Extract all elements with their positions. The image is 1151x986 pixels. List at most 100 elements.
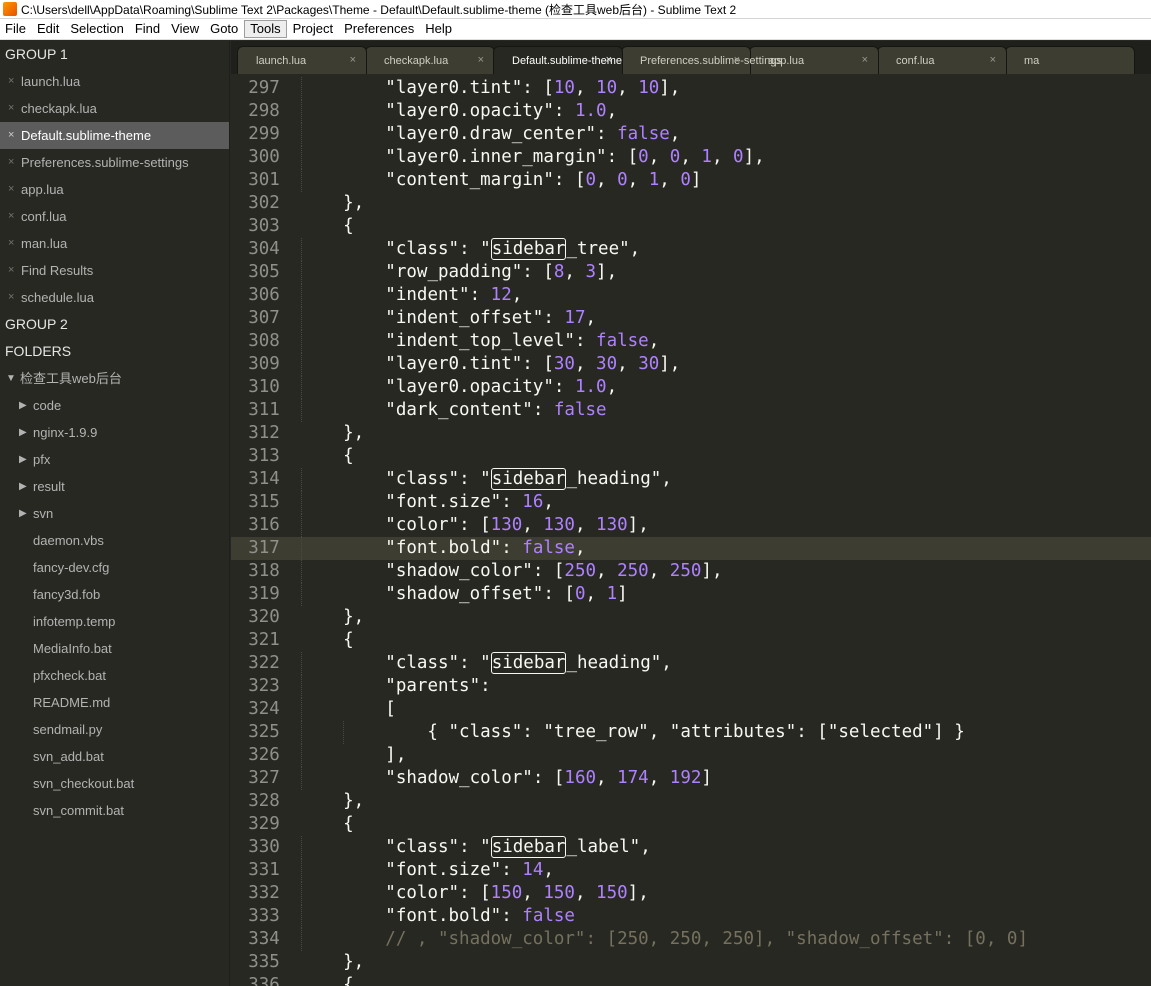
menu-help[interactable]: Help [420, 20, 457, 38]
code-line[interactable]: 305 "row_padding": [8, 3], [231, 261, 1151, 284]
tab-close-icon[interactable]: × [478, 54, 484, 66]
folder-root[interactable]: ▼ 检查工具web后台 [0, 365, 229, 392]
menu-preferences[interactable]: Preferences [339, 20, 419, 38]
code-line[interactable]: 303 { [231, 215, 1151, 238]
open-file-item[interactable]: × conf.lua [0, 203, 229, 230]
tab-close-icon[interactable]: × [606, 54, 612, 66]
code-line[interactable]: 302 }, [231, 192, 1151, 215]
code-line[interactable]: 309 "layer0.tint": [30, 30, 30], [231, 353, 1151, 376]
code-line[interactable]: 330 "class": "sidebar_label", [231, 836, 1151, 859]
triangle-right-icon[interactable]: ▶ [19, 446, 33, 473]
close-icon[interactable]: × [8, 257, 21, 284]
tab-conf-lua[interactable]: conf.lua × [877, 46, 1007, 74]
tab-close-icon[interactable]: × [990, 54, 996, 66]
folder-item[interactable]: ▶ pfx [0, 446, 229, 473]
menu-project[interactable]: Project [288, 20, 338, 38]
tab-close-icon[interactable]: × [350, 54, 356, 66]
code-line[interactable]: 324 [ [231, 698, 1151, 721]
code-line[interactable]: 312 }, [231, 422, 1151, 445]
menu-selection[interactable]: Selection [65, 20, 128, 38]
menu-find[interactable]: Find [130, 20, 165, 38]
close-icon[interactable]: × [8, 149, 21, 176]
code-line[interactable]: 331 "font.size": 14, [231, 859, 1151, 882]
open-file-item[interactable]: × checkapk.lua [0, 95, 229, 122]
code-line[interactable]: 323 "parents": [231, 675, 1151, 698]
folder-item[interactable]: ▶ svn [0, 500, 229, 527]
menu-file[interactable]: File [0, 20, 31, 38]
tab-default-sublime-theme[interactable]: Default.sublime-theme × [493, 46, 623, 74]
folder-item[interactable]: ▶ nginx-1.9.9 [0, 419, 229, 446]
open-file-item[interactable]: × app.lua [0, 176, 229, 203]
open-file-item[interactable]: × schedule.lua [0, 284, 229, 311]
tab-close-icon[interactable]: × [862, 54, 868, 66]
folder-item[interactable]: ▶ result [0, 473, 229, 500]
code-line[interactable]: 318 "shadow_color": [250, 250, 250], [231, 560, 1151, 583]
open-file-item[interactable]: × Preferences.sublime-settings [0, 149, 229, 176]
file-item[interactable]: daemon.vbs [0, 527, 229, 554]
code-line[interactable]: 300 "layer0.inner_margin": [0, 0, 1, 0], [231, 146, 1151, 169]
tab-checkapk-lua[interactable]: checkapk.lua × [365, 46, 495, 74]
tab-launch-lua[interactable]: launch.lua × [237, 46, 367, 74]
file-item[interactable]: svn_commit.bat [0, 797, 229, 824]
close-icon[interactable]: × [8, 230, 21, 257]
code-line[interactable]: 311 "dark_content": false [231, 399, 1151, 422]
open-file-item[interactable]: × Find Results [0, 257, 229, 284]
file-item[interactable]: pfxcheck.bat [0, 662, 229, 689]
code-line[interactable]: 322 "class": "sidebar_heading", [231, 652, 1151, 675]
file-item[interactable]: infotemp.temp [0, 608, 229, 635]
folder-item[interactable]: ▶ code [0, 392, 229, 419]
tab-close-icon[interactable]: × [734, 54, 740, 66]
triangle-down-icon[interactable]: ▼ [6, 365, 20, 392]
triangle-right-icon[interactable]: ▶ [19, 392, 33, 419]
file-item[interactable]: fancy-dev.cfg [0, 554, 229, 581]
code-line[interactable]: 329 { [231, 813, 1151, 836]
code-line[interactable]: 304 "class": "sidebar_tree", [231, 238, 1151, 261]
close-icon[interactable]: × [8, 176, 21, 203]
code-line[interactable]: 328 }, [231, 790, 1151, 813]
code-line[interactable]: 308 "indent_top_level": false, [231, 330, 1151, 353]
close-icon[interactable]: × [8, 284, 21, 311]
code-line[interactable]: 301 "content_margin": [0, 0, 1, 0] [231, 169, 1151, 192]
code-line[interactable]: 297 "layer0.tint": [10, 10, 10], [231, 77, 1151, 100]
code-line[interactable]: 327 "shadow_color": [160, 174, 192] [231, 767, 1151, 790]
menu-tools[interactable]: Tools [244, 20, 287, 38]
close-icon[interactable]: × [8, 203, 21, 230]
file-item[interactable]: MediaInfo.bat [0, 635, 229, 662]
code-line[interactable]: 315 "font.size": 16, [231, 491, 1151, 514]
code-line[interactable]: 317 "font.bold": false, [231, 537, 1151, 560]
code-line[interactable]: 316 "color": [130, 130, 130], [231, 514, 1151, 537]
tab-preferences-sublime-settings[interactable]: Preferences.sublime-settings × [621, 46, 782, 74]
code-line[interactable]: 313 { [231, 445, 1151, 468]
file-item[interactable]: sendmail.py [0, 716, 229, 743]
file-item[interactable]: svn_checkout.bat [0, 770, 229, 797]
code-line[interactable]: 319 "shadow_offset": [0, 1] [231, 583, 1151, 606]
menu-goto[interactable]: Goto [205, 20, 243, 38]
open-file-item[interactable]: × man.lua [0, 230, 229, 257]
code-line[interactable]: 310 "layer0.opacity": 1.0, [231, 376, 1151, 399]
code-editor[interactable]: 297 "layer0.tint": [10, 10, 10], 298 "lay… [231, 74, 1151, 986]
code-line[interactable]: 334 // , "shadow_color": [250, 250, 250]… [231, 928, 1151, 951]
close-icon[interactable]: × [8, 95, 21, 122]
code-line[interactable]: 320 }, [231, 606, 1151, 629]
file-item[interactable]: fancy3d.fob [0, 581, 229, 608]
file-item[interactable]: README.md [0, 689, 229, 716]
triangle-right-icon[interactable]: ▶ [19, 500, 33, 527]
close-icon[interactable]: × [8, 122, 21, 149]
code-line[interactable]: 335 }, [231, 951, 1151, 974]
open-file-item[interactable]: × launch.lua [0, 68, 229, 95]
code-line[interactable]: 325 { "class": "tree_row", "attributes":… [231, 721, 1151, 744]
file-item[interactable]: svn_add.bat [0, 743, 229, 770]
code-line[interactable]: 333 "font.bold": false [231, 905, 1151, 928]
menu-edit[interactable]: Edit [32, 20, 64, 38]
code-line[interactable]: 332 "color": [150, 150, 150], [231, 882, 1151, 905]
code-line[interactable]: 299 "layer0.draw_center": false, [231, 123, 1151, 146]
code-line[interactable]: 298 "layer0.opacity": 1.0, [231, 100, 1151, 123]
triangle-right-icon[interactable]: ▶ [19, 473, 33, 500]
code-line[interactable]: 307 "indent_offset": 17, [231, 307, 1151, 330]
open-file-item[interactable]: × Default.sublime-theme [0, 122, 229, 149]
menu-view[interactable]: View [166, 20, 204, 38]
close-icon[interactable]: × [8, 68, 21, 95]
code-line[interactable]: 306 "indent": 12, [231, 284, 1151, 307]
triangle-right-icon[interactable]: ▶ [19, 419, 33, 446]
code-line[interactable]: 336 { [231, 974, 1151, 986]
